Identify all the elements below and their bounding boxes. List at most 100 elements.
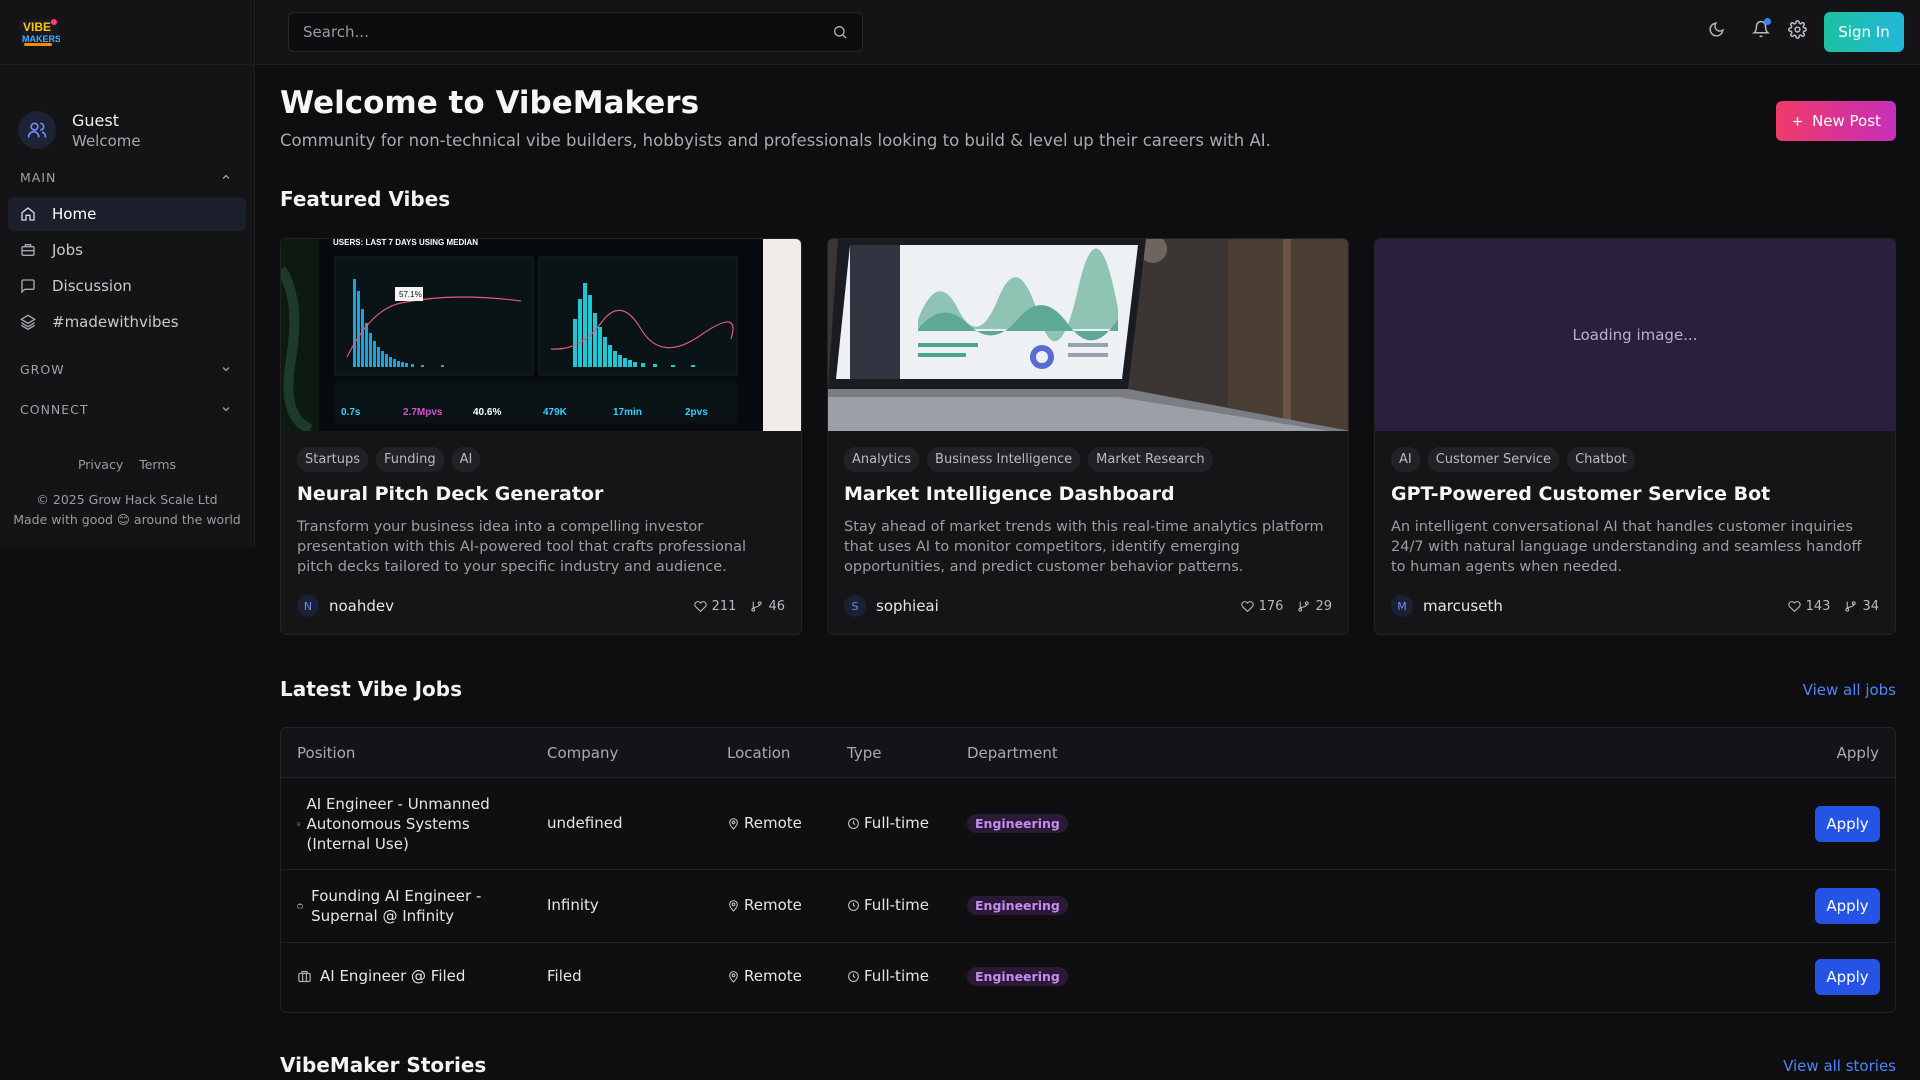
map-pin-icon xyxy=(729,899,738,912)
likes-stat[interactable]: 176 xyxy=(1240,598,1284,614)
author-avatar[interactable]: N xyxy=(297,595,319,617)
metric-value: 17min xyxy=(613,407,642,418)
forks-count: 29 xyxy=(1315,598,1332,614)
table-row[interactable]: AI Engineer - Unmanned Autonomous System… xyxy=(281,778,1895,870)
table-row[interactable]: Founding AI Engineer - Supernal @ Infini… xyxy=(281,870,1895,943)
home-icon xyxy=(21,207,35,221)
clock-icon xyxy=(848,970,859,982)
section-grow[interactable]: GROW xyxy=(0,349,254,389)
message-square-icon xyxy=(21,279,35,294)
avatar xyxy=(18,111,56,149)
new-post-label: New Post xyxy=(1812,112,1881,130)
likes-count: 211 xyxy=(711,598,737,614)
card-description: An intelligent conversational AI that ha… xyxy=(1391,519,1862,575)
featured-card[interactable]: USERS: LAST 7 DAYS USING MEDIAN 57.1% 0.… xyxy=(280,238,802,635)
card-footer: S sophieai 176 29 xyxy=(844,595,1332,617)
author-avatar[interactable]: S xyxy=(844,595,866,617)
search-box[interactable] xyxy=(288,12,863,52)
job-location: Remote xyxy=(744,814,802,832)
logo-area[interactable]: VIBE MAKERS xyxy=(0,0,254,65)
section-connect[interactable]: CONNECT xyxy=(0,389,254,429)
featured-card[interactable]: Loading image... AI Customer Service Cha… xyxy=(1374,238,1896,635)
card-description: Stay ahead of market trends with this re… xyxy=(844,519,1324,575)
card-footer: M marcuseth 143 34 xyxy=(1391,595,1879,617)
notifications-button[interactable] xyxy=(1752,18,1771,38)
tag[interactable]: Customer Service xyxy=(1427,447,1560,472)
author-avatar[interactable]: M xyxy=(1391,595,1413,617)
sidebar-item-label: Home xyxy=(52,205,97,223)
forks-stat[interactable]: 46 xyxy=(750,599,785,614)
section-label: GROW xyxy=(20,361,65,377)
sidebar-item-madewithvibes[interactable]: #madewithvibes xyxy=(8,305,246,339)
likes-stat[interactable]: 143 xyxy=(1787,599,1830,614)
column-header: Apply xyxy=(1836,744,1879,762)
vibemakers-logo[interactable]: VIBE MAKERS xyxy=(18,16,60,48)
new-post-button[interactable]: New Post xyxy=(1776,101,1896,141)
card-title[interactable]: Market Intelligence Dashboard xyxy=(844,483,1332,505)
featured-card[interactable]: Analytics Business Intelligence Market R… xyxy=(827,238,1349,635)
tag[interactable]: Startups xyxy=(297,447,369,472)
column-header: Type xyxy=(847,744,882,762)
privacy-link[interactable]: Privacy xyxy=(78,457,123,472)
job-type: Full-time xyxy=(864,896,929,914)
theme-toggle[interactable] xyxy=(1708,21,1725,38)
card-stats: 211 46 xyxy=(693,598,785,614)
author-name[interactable]: sophieai xyxy=(876,597,939,615)
tag[interactable]: Business Intelligence xyxy=(927,447,1081,472)
jobs-table: Position Company Location Type Departmen… xyxy=(280,727,1896,1013)
featured-cards: USERS: LAST 7 DAYS USING MEDIAN 57.1% 0.… xyxy=(280,238,1896,635)
map-pin-icon xyxy=(729,970,738,983)
card-title[interactable]: GPT-Powered Customer Service Bot xyxy=(1391,483,1879,505)
view-all-stories-link[interactable]: View all stories xyxy=(1783,1057,1896,1075)
job-type: Full-time xyxy=(864,967,929,985)
tag[interactable]: Funding xyxy=(376,447,444,472)
section-main[interactable]: MAIN xyxy=(0,157,254,197)
sidebar-item-home[interactable]: Home xyxy=(8,197,246,231)
gear-icon xyxy=(1788,20,1807,39)
table-header: Position Company Location Type Departmen… xyxy=(281,728,1895,778)
column-header: Location xyxy=(727,744,791,762)
apply-button[interactable]: Apply xyxy=(1815,959,1880,995)
job-position[interactable]: Founding AI Engineer - Supernal @ Infini… xyxy=(311,886,507,926)
job-company: Infinity xyxy=(547,896,599,914)
tag[interactable]: Analytics xyxy=(844,447,920,472)
tag-list: Analytics Business Intelligence Market R… xyxy=(844,447,1332,472)
card-stats: 176 29 xyxy=(1240,598,1332,614)
tag[interactable]: Market Research xyxy=(1088,447,1213,472)
tag[interactable]: Chatbot xyxy=(1567,447,1635,472)
forks-stat[interactable]: 29 xyxy=(1297,599,1332,614)
tag[interactable]: AI xyxy=(451,447,481,472)
settings-button[interactable] xyxy=(1788,20,1807,39)
author-name[interactable]: noahdev xyxy=(329,597,394,615)
apply-button[interactable]: Apply xyxy=(1815,888,1880,924)
metric-value: 479K xyxy=(543,407,568,418)
forks-stat[interactable]: 34 xyxy=(1844,599,1879,614)
search-icon[interactable] xyxy=(832,24,848,40)
chevron-down-icon xyxy=(222,367,230,372)
column-header: Position xyxy=(297,744,356,762)
search-input[interactable] xyxy=(303,23,832,41)
dashboard-header: USERS: LAST 7 DAYS USING MEDIAN xyxy=(333,239,478,247)
author-name[interactable]: marcuseth xyxy=(1423,597,1503,615)
metric-value: 2.7Mpvs xyxy=(403,407,443,418)
job-company: undefined xyxy=(547,814,623,832)
forks-count: 34 xyxy=(1862,598,1879,614)
tag[interactable]: AI xyxy=(1391,447,1420,472)
sidebar-item-label: #madewithvibes xyxy=(52,313,179,331)
apply-button[interactable]: Apply xyxy=(1815,806,1880,842)
sidebar-item-jobs[interactable]: Jobs xyxy=(8,233,246,267)
svg-text:VIBE: VIBE xyxy=(23,20,51,34)
sign-in-button[interactable]: Sign In xyxy=(1824,12,1904,52)
table-row[interactable]: AI Engineer @ Filed Filed Remote Full-ti… xyxy=(281,943,1895,1012)
likes-stat[interactable]: 211 xyxy=(693,598,737,614)
job-company: Filed xyxy=(547,967,582,985)
job-position[interactable]: AI Engineer - Unmanned Autonomous System… xyxy=(307,794,508,854)
terms-link[interactable]: Terms xyxy=(139,457,176,472)
likes-count: 176 xyxy=(1258,598,1284,614)
card-title[interactable]: Neural Pitch Deck Generator xyxy=(297,483,785,505)
sidebar-item-discussion[interactable]: Discussion xyxy=(8,269,246,303)
job-position[interactable]: AI Engineer @ Filed xyxy=(320,967,465,985)
topbar: Sign In xyxy=(256,0,1920,65)
sidebar: VIBE MAKERS Guest Welcome MAIN Home Jobs xyxy=(0,0,255,548)
view-all-jobs-link[interactable]: View all jobs xyxy=(1803,681,1896,699)
